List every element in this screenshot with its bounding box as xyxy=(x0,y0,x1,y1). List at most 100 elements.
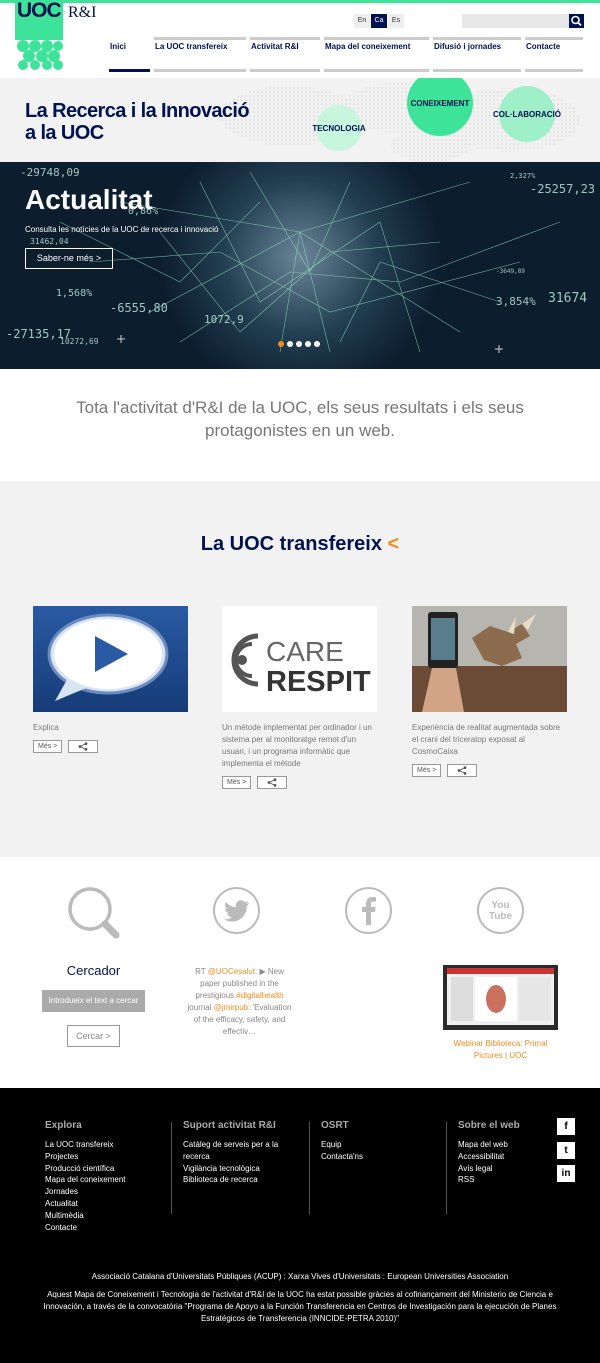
footer-link[interactable]: Producció científica xyxy=(45,1163,165,1175)
youtube-icon[interactable]: You Tube xyxy=(477,887,524,934)
card-image-care-respit[interactable]: CARE RESPIT xyxy=(222,606,377,712)
card-image-video[interactable] xyxy=(33,606,188,712)
lang-es[interactable]: Es xyxy=(388,14,404,28)
footer-linkedin-icon[interactable]: in xyxy=(557,1165,575,1182)
news-hero-slider[interactable]: -29748,09 -25257,23 31462,04 1,568% -655… xyxy=(0,162,600,369)
tweet-handle-link[interactable]: @jmirpub xyxy=(214,1003,248,1012)
footer-link[interactable]: Contacte xyxy=(45,1222,165,1234)
bubble-col-laboracio[interactable]: COL·LABORACIÓ xyxy=(493,86,561,142)
footer-link[interactable]: Catàleg de serveis per a la recerca xyxy=(183,1139,288,1163)
cercador-input[interactable]: Introdueix el text a cercar xyxy=(42,990,145,1012)
transfer-card: Explica Més > xyxy=(33,606,188,753)
youtube-label: You Tube xyxy=(488,899,513,922)
header-search-input[interactable] xyxy=(462,14,569,28)
share-button[interactable] xyxy=(257,776,288,789)
tweet-prefix: RT xyxy=(195,967,208,976)
card-image-triceratops[interactable] xyxy=(412,606,567,712)
slider-dot[interactable] xyxy=(278,341,284,347)
hero-number: -3649,89 xyxy=(496,268,525,275)
hero-number: 3,854% xyxy=(496,295,536,308)
footer-associations[interactable]: Associació Catalana d'Universitats Públi… xyxy=(30,1272,570,1281)
cercar-button[interactable]: Cercar > xyxy=(67,1025,120,1047)
nav-contacte[interactable]: Contacte xyxy=(525,37,583,72)
lang-en[interactable]: En xyxy=(354,14,370,28)
nav-activitat[interactable]: Activitat R&I xyxy=(250,37,320,72)
header-search-button[interactable] xyxy=(569,14,584,28)
footer-facebook-icon[interactable]: f xyxy=(557,1118,575,1135)
research-banner: La Recerca i la Innovació a la UOC TECNO… xyxy=(0,78,600,162)
footer-link[interactable]: Vigilància tecnològica xyxy=(183,1163,288,1175)
transfer-section: La UOC transfereix < Explica Més > CARE … xyxy=(0,481,600,857)
bubble-tecnologia[interactable]: TECNOLOGIA xyxy=(312,105,366,151)
tweet-text: journal xyxy=(187,1003,214,1012)
footer-link[interactable]: Mapa del coneixement xyxy=(45,1174,165,1186)
nav-uoc-transfereix[interactable]: La UOC transfereix xyxy=(154,37,246,72)
more-button[interactable]: Més > xyxy=(222,776,252,789)
footer-col-sobre-web: Sobre el web Mapa del web Accessibilitat… xyxy=(458,1120,548,1186)
hero-number: 2,327% xyxy=(510,172,536,180)
facebook-icon[interactable] xyxy=(345,887,392,934)
care-respit-logo: CARE RESPIT xyxy=(231,633,371,698)
footer-col-title: Suport activitat R&I xyxy=(183,1120,276,1131)
share-icon xyxy=(457,766,467,775)
footer-divider xyxy=(309,1122,310,1214)
hero-number: 31462,04 xyxy=(30,237,69,246)
footer-link[interactable]: Projectes xyxy=(45,1151,165,1163)
care-word: CARE xyxy=(266,636,344,667)
intro-text: Tota l'activitat d'R&I de la UOC, els se… xyxy=(0,396,600,442)
tweet-hashtag-link[interactable]: #digitalhealth xyxy=(236,991,283,1000)
slider-dot[interactable] xyxy=(296,341,302,347)
footer-link[interactable]: Jornades xyxy=(45,1186,165,1198)
share-button[interactable] xyxy=(68,740,99,753)
intro-line2: protagonistes en un web. xyxy=(205,421,395,440)
lang-ca[interactable]: Ca xyxy=(371,14,387,28)
hero-number: -29748,09 xyxy=(20,166,80,179)
card-text: Explica xyxy=(33,723,59,732)
footer-col-osrt: OSRT Equip Contacta'ns xyxy=(321,1120,431,1163)
tweet-handle-link[interactable]: @UOCesalut xyxy=(208,967,255,976)
hero-number: 31674 xyxy=(548,291,587,306)
intro-line1: Tota l'activitat d'R&I de la UOC, els se… xyxy=(76,398,524,417)
video-caption-link[interactable]: Webinar Biblioteca: Primal Pictures | UO… xyxy=(443,1038,558,1062)
footer-link[interactable]: La UOC transfereix xyxy=(45,1139,165,1151)
slider-dot[interactable] xyxy=(287,341,293,347)
card-text: Un mètode implementat per ordinador i un… xyxy=(222,723,372,768)
footer-link[interactable]: Mapa del web xyxy=(458,1139,548,1151)
footer-divider xyxy=(446,1122,447,1214)
card-actions: Més > xyxy=(222,776,377,789)
footer-link[interactable]: Biblioteca de recerca xyxy=(183,1174,288,1186)
banner-title-line1: La Recerca i la Innovació xyxy=(25,100,250,122)
footer-col-explora: Explora La UOC transfereix Projectes Pro… xyxy=(45,1120,165,1233)
footer-col-title: Sobre el web xyxy=(458,1120,520,1131)
transfer-card: CARE RESPIT Un mètode implementat per or… xyxy=(222,606,377,789)
footer-link[interactable]: Multimèdia xyxy=(45,1210,165,1222)
nav-inici[interactable]: Inici xyxy=(109,37,150,72)
footer-link[interactable]: Accessibilitat xyxy=(458,1151,548,1163)
transfer-title: La UOC transfereix < xyxy=(0,533,600,556)
video-thumbnail[interactable] xyxy=(443,965,558,1030)
twitter-bird-icon xyxy=(223,899,249,922)
nav-difusio[interactable]: Difusió i jornades xyxy=(433,37,521,72)
share-button[interactable] xyxy=(447,764,478,777)
footer-link[interactable]: RSS xyxy=(458,1174,548,1186)
slider-dot[interactable] xyxy=(305,341,311,347)
footer-link[interactable]: Equip xyxy=(321,1139,431,1151)
footer-link[interactable]: Avís legal xyxy=(458,1163,548,1175)
slider-dot[interactable] xyxy=(314,341,320,347)
more-button[interactable]: Més > xyxy=(412,764,442,777)
respit-word: RESPIT xyxy=(266,666,371,698)
video-screenshot xyxy=(443,965,558,1030)
hero-more-button[interactable]: Saber-ne més > xyxy=(25,248,113,269)
nav-mapa-coneixement[interactable]: Mapa del coneixement xyxy=(324,37,429,72)
cercador-title: Cercador xyxy=(66,963,121,978)
main-nav: Inici La UOC transfereix Activitat R&I M… xyxy=(109,37,583,72)
hero-number: -6555,80 xyxy=(110,301,168,315)
hero-number: 1,568% xyxy=(56,288,92,299)
hero-subtitle: Consulta les notícies de la UOC de recer… xyxy=(25,225,219,234)
footer-link[interactable]: Actualitat xyxy=(45,1198,165,1210)
more-button[interactable]: Més > xyxy=(33,740,63,753)
twitter-icon[interactable] xyxy=(213,887,260,934)
footer-twitter-icon[interactable]: t xyxy=(557,1142,575,1159)
banner-title-line2: a la UOC xyxy=(25,122,104,144)
footer-link[interactable]: Contacta'ns xyxy=(321,1151,431,1163)
